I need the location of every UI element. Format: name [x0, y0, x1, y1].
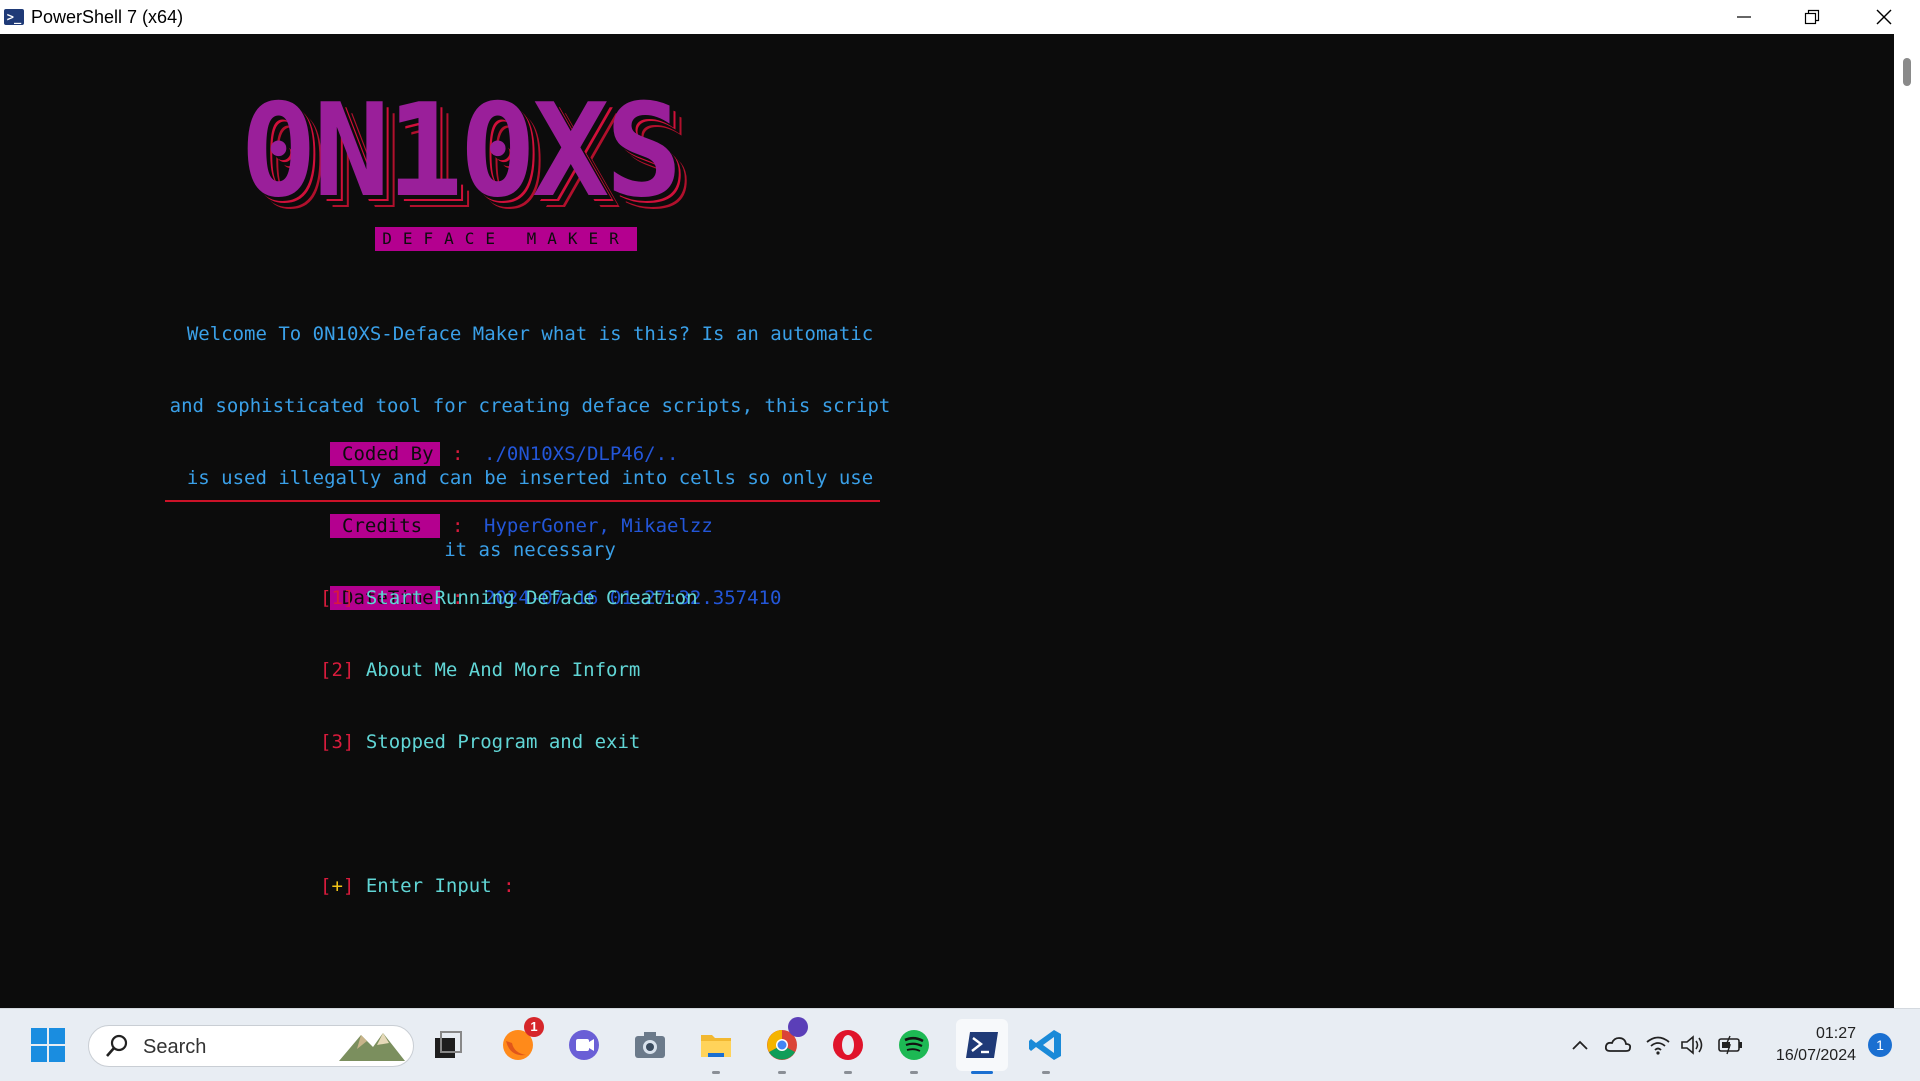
- info-label: Coded By: [330, 442, 440, 466]
- vscode-icon: [1029, 1030, 1061, 1060]
- running-indicator: [778, 1071, 786, 1074]
- camera-icon: [635, 1032, 665, 1058]
- menu-item-key: 3: [331, 731, 343, 753]
- chrome-profile-badge: [788, 1017, 808, 1037]
- menu-item-label: About Me And More Inform: [365, 659, 641, 681]
- clock-date: 16/07/2024: [1775, 1047, 1856, 1064]
- minimize-icon: [1737, 16, 1751, 18]
- restore-icon: [1804, 9, 1820, 25]
- description-line: Welcome To 0N10XS-Deface Maker what is t…: [186, 323, 874, 345]
- spotify-icon: [899, 1030, 929, 1060]
- info-row-credits: Credits : HyperGoner, Mikaelzz: [330, 514, 713, 538]
- start-icon: [31, 1028, 65, 1062]
- scrollbar-thumb[interactable]: [1903, 58, 1911, 86]
- firefox-badge: 1: [524, 1017, 544, 1037]
- menu-item-label: Stopped Program and exit: [365, 731, 641, 753]
- cloud-icon: [1604, 1037, 1632, 1052]
- close-icon: [1876, 9, 1892, 25]
- opera-taskbar-button[interactable]: [826, 1023, 870, 1067]
- restore-button[interactable]: [1778, 0, 1846, 34]
- spotify-taskbar-button[interactable]: [892, 1023, 936, 1067]
- chrome-taskbar-button[interactable]: [760, 1017, 808, 1067]
- notification-badge[interactable]: 1: [1868, 1033, 1892, 1057]
- powershell-app-icon: >_: [4, 9, 24, 25]
- search-highlight-icon: [339, 1033, 405, 1061]
- clock-time: 01:27: [1815, 1025, 1856, 1042]
- start-button[interactable]: [26, 1023, 70, 1067]
- info-label: Credits: [330, 514, 440, 538]
- menu-item-key: 1: [331, 587, 343, 609]
- menu-item-key: 2: [331, 659, 343, 681]
- info-separator: :: [452, 443, 464, 465]
- firefox-taskbar-button[interactable]: 1: [496, 1017, 544, 1067]
- window-title: PowerShell 7 (x64): [31, 7, 184, 27]
- banner-logo-text: 0N10XS: [240, 77, 682, 226]
- description-line: is used illegally and can be inserted in…: [186, 467, 874, 489]
- opera-icon: [833, 1030, 863, 1060]
- info-separator: :: [452, 515, 464, 537]
- volume-icon: [1681, 1035, 1703, 1055]
- info-value: ./0N10XS/DLP46/..: [484, 443, 679, 465]
- taskbar: Search 1 01:27 16/07/2024 1: [0, 1008, 1920, 1081]
- vertical-scrollbar[interactable]: [1894, 34, 1920, 1008]
- search-placeholder: Search: [143, 1036, 207, 1058]
- prompt-key: +: [331, 875, 343, 897]
- chevron-up-icon: [1572, 1040, 1588, 1050]
- battery-tray-button[interactable]: [1708, 1023, 1752, 1067]
- camera-taskbar-button[interactable]: [628, 1023, 672, 1067]
- active-indicator: [971, 1071, 993, 1074]
- chat-icon: [569, 1030, 599, 1060]
- menu-item: [1] Start Running Deface Creation: [320, 587, 698, 609]
- banner-subtitle: DEFACE MAKER: [375, 227, 637, 251]
- divider-line: [165, 500, 880, 502]
- vscode-taskbar-button[interactable]: [1024, 1023, 1068, 1067]
- minimize-button[interactable]: [1710, 0, 1778, 34]
- file-explorer-icon: [701, 1035, 731, 1057]
- close-button[interactable]: [1850, 0, 1918, 34]
- prompt-separator: :: [503, 875, 515, 897]
- onedrive-tray-button[interactable]: [1596, 1023, 1640, 1067]
- running-indicator: [712, 1071, 720, 1074]
- main-menu: [1] Start Running Deface Creation [2] Ab…: [320, 538, 698, 922]
- ascii-banner: 0N10XS: [240, 82, 770, 222]
- info-value: HyperGoner, Mikaelzz: [484, 515, 713, 537]
- menu-item: [2] About Me And More Inform: [320, 659, 641, 681]
- task-view-button[interactable]: [426, 1023, 470, 1067]
- chat-taskbar-button[interactable]: [562, 1023, 606, 1067]
- wifi-icon: [1646, 1036, 1670, 1055]
- task-view-icon: [435, 1031, 462, 1058]
- running-indicator: [910, 1071, 918, 1074]
- file-explorer-taskbar-button[interactable]: [694, 1023, 738, 1067]
- menu-item: [3] Stopped Program and exit: [320, 731, 641, 753]
- taskbar-search-box[interactable]: Search: [88, 1025, 414, 1067]
- running-indicator: [844, 1071, 852, 1074]
- prompt-label: Enter Input: [365, 875, 492, 897]
- input-prompt[interactable]: [+] Enter Input :: [320, 874, 698, 898]
- powershell-taskbar-button[interactable]: [956, 1019, 1008, 1071]
- running-indicator: [1042, 1071, 1050, 1074]
- powershell-icon: [966, 1032, 998, 1058]
- menu-item-label: Start Running Deface Creation: [365, 587, 698, 609]
- clock[interactable]: 01:27 16/07/2024: [1776, 1023, 1856, 1067]
- title-bar: >_ PowerShell 7 (x64): [0, 0, 1920, 34]
- description-line: and sophisticated tool for creating defa…: [169, 395, 891, 417]
- info-row-coded-by: Coded By : ./0N10XS/DLP46/..: [330, 442, 678, 466]
- battery-icon: [1718, 1035, 1742, 1055]
- search-icon: [106, 1034, 128, 1057]
